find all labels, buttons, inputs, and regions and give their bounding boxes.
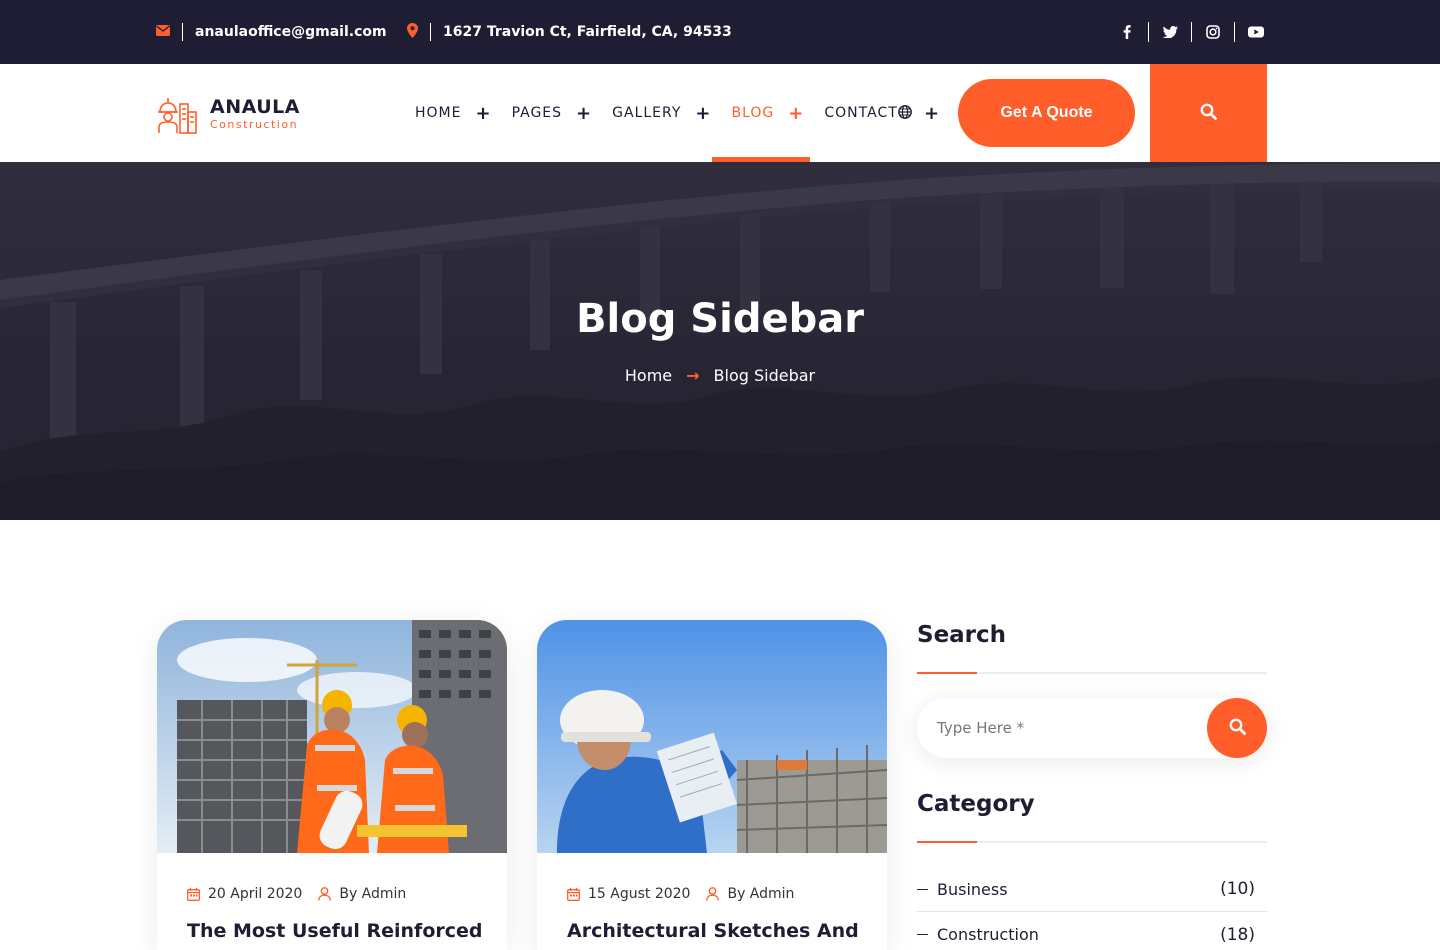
- plus-icon: +: [475, 102, 492, 124]
- category-item[interactable]: Construction (18): [917, 912, 1267, 950]
- breadcrumb-home-link[interactable]: Home: [625, 366, 672, 385]
- heading-divider: [917, 672, 1267, 674]
- post-author[interactable]: By Admin: [727, 886, 794, 902]
- nav-blog[interactable]: BLOG +: [711, 64, 811, 162]
- page-title: Blog Sidebar: [576, 296, 864, 342]
- user-icon: [318, 887, 332, 901]
- separator: [1191, 22, 1192, 42]
- main-header: ANAULA Construction HOME + PAGES + GALLE…: [0, 64, 1440, 162]
- post-meta: 15 Agust 2020 By Admin: [567, 886, 794, 902]
- category-count: (10): [1220, 879, 1255, 899]
- post-author[interactable]: By Admin: [339, 886, 406, 902]
- sidebar-search-button[interactable]: [1207, 698, 1267, 758]
- post-title[interactable]: The Most Useful Reinforced: [187, 918, 487, 944]
- globe-icon: [898, 104, 912, 123]
- envelope-icon: [156, 24, 170, 40]
- heading-divider: [917, 841, 1267, 843]
- search-icon: [1200, 103, 1217, 124]
- post-meta: 20 April 2020 By Admin: [187, 886, 406, 902]
- logo[interactable]: ANAULA Construction: [156, 92, 300, 138]
- logo-name: ANAULA: [210, 96, 300, 118]
- facebook-icon[interactable]: [1116, 21, 1138, 43]
- map-marker-icon: [407, 22, 418, 42]
- contact-email[interactable]: anaulaoffice@gmail.com: [156, 0, 387, 64]
- sidebar-search-input[interactable]: [917, 698, 1207, 758]
- category-name: Business: [937, 879, 1008, 899]
- logo-tagline: Construction: [210, 118, 299, 131]
- nav-contact[interactable]: CONTACT: [824, 64, 897, 162]
- dash-icon: [917, 888, 928, 890]
- breadcrumb-current: Blog Sidebar: [713, 366, 816, 385]
- separator: [182, 23, 183, 41]
- nav-pages[interactable]: PAGES +: [512, 64, 593, 162]
- category-count: (18): [1220, 924, 1255, 945]
- blog-card[interactable]: 20 April 2020 By Admin The Most Useful R…: [157, 620, 507, 950]
- address-text: 1627 Travion Ct, Fairfield, CA, 94533: [443, 24, 732, 40]
- separator: [430, 23, 431, 41]
- search-icon: [1229, 718, 1246, 739]
- nav-label: CONTACT: [824, 105, 898, 121]
- breadcrumb: Home → Blog Sidebar: [0, 366, 1440, 385]
- twitter-icon[interactable]: [1159, 21, 1181, 43]
- instagram-icon[interactable]: [1202, 21, 1224, 43]
- post-date: 15 Agust 2020: [588, 886, 691, 902]
- nav-label: HOME: [415, 105, 462, 121]
- dash-icon: [917, 934, 928, 935]
- calendar-icon: [567, 887, 580, 901]
- calendar-icon: [187, 887, 200, 901]
- nav-home[interactable]: HOME +: [415, 64, 492, 162]
- category-item[interactable]: Business (10): [917, 867, 1267, 912]
- category-name: Construction: [937, 925, 1039, 944]
- nav-label: BLOG: [731, 105, 775, 121]
- separator: [1148, 22, 1149, 42]
- top-bar: anaulaoffice@gmail.com 1627 Travion Ct, …: [0, 0, 1440, 64]
- social-links: [1116, 0, 1267, 64]
- nav-gallery[interactable]: GALLERY +: [612, 64, 711, 162]
- blog-post-image[interactable]: [537, 620, 887, 853]
- sidebar-search-form: [917, 698, 1267, 758]
- plus-icon: +: [695, 102, 712, 124]
- language-selector[interactable]: +: [898, 64, 939, 162]
- plus-icon: +: [576, 102, 593, 124]
- post-date: 20 April 2020: [208, 886, 303, 902]
- get-a-quote-button[interactable]: Get A Quote: [958, 79, 1135, 147]
- youtube-icon[interactable]: [1245, 21, 1267, 43]
- page-banner: Blog Sidebar Home → Blog Sidebar: [0, 162, 1440, 520]
- plus-icon: +: [788, 102, 805, 124]
- header-search-button[interactable]: [1150, 64, 1267, 162]
- post-title[interactable]: Architectural Sketches And: [567, 918, 867, 944]
- sidebar-category-heading: Category: [917, 791, 1035, 817]
- blog-post-image[interactable]: [157, 620, 507, 853]
- separator: [1234, 22, 1235, 42]
- contact-address: 1627 Travion Ct, Fairfield, CA, 94533: [407, 0, 732, 64]
- nav-label: GALLERY: [612, 105, 682, 121]
- construction-logo-icon: [156, 92, 198, 138]
- sidebar-search-heading: Search: [917, 622, 1007, 648]
- email-text: anaulaoffice@gmail.com: [195, 24, 387, 40]
- nav-label: PAGES: [511, 105, 563, 121]
- user-icon: [706, 887, 720, 901]
- main-nav: HOME + PAGES + GALLERY + BLOG + CONTACT: [415, 64, 918, 162]
- blog-card[interactable]: 15 Agust 2020 By Admin Architectural Ske…: [537, 620, 887, 950]
- arrow-right-icon: →: [686, 366, 700, 385]
- plus-icon: +: [924, 102, 940, 124]
